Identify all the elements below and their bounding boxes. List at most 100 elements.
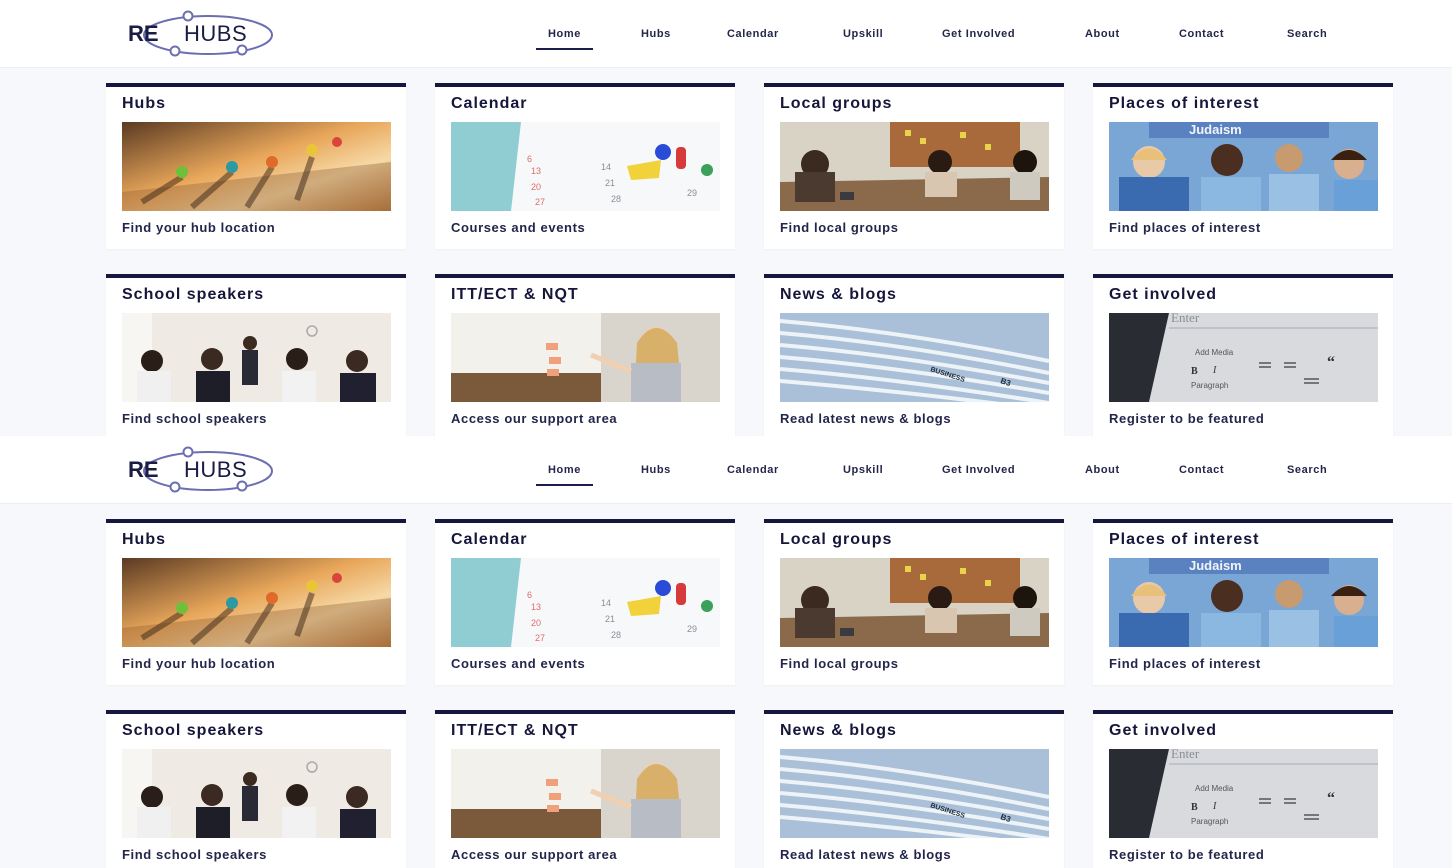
svg-text:Paragraph: Paragraph bbox=[1191, 817, 1228, 826]
card-news-blogs[interactable]: News & blogs BUSINESS B3 Read latest new… bbox=[764, 710, 1064, 868]
map-pins-image bbox=[122, 558, 391, 647]
svg-text:Enter: Enter bbox=[1171, 313, 1200, 325]
page-capture-1: RE HUBS Home Hubs Calendar Upskill Get I… bbox=[0, 0, 1452, 438]
nav-get-involved[interactable]: Get Involved bbox=[942, 454, 1015, 484]
card-link[interactable]: Find local groups bbox=[780, 220, 899, 235]
svg-text:14: 14 bbox=[601, 162, 611, 172]
meeting-table-image bbox=[780, 558, 1049, 647]
nav-about[interactable]: About bbox=[1085, 454, 1120, 484]
card-hubs[interactable]: Hubs Find your hub location bbox=[106, 519, 406, 685]
svg-text:29: 29 bbox=[687, 188, 697, 198]
svg-text:14: 14 bbox=[601, 598, 611, 608]
svg-text:20: 20 bbox=[531, 182, 541, 192]
speaker-audience-image bbox=[122, 749, 391, 838]
card-news-blogs[interactable]: News & blogs BUSINESS B3 Read latest new… bbox=[764, 274, 1064, 438]
main-nav: Home Hubs Calendar Upskill Get Involved … bbox=[0, 18, 1452, 50]
nav-get-involved[interactable]: Get Involved bbox=[942, 18, 1015, 48]
card-link[interactable]: Courses and events bbox=[451, 656, 585, 671]
svg-text:B: B bbox=[1191, 802, 1198, 813]
nav-upskill[interactable]: Upskill bbox=[843, 18, 883, 48]
card-title: Local groups bbox=[780, 95, 893, 112]
card-link[interactable]: Access our support area bbox=[451, 847, 617, 862]
editor-toolbar-image: Enter Add Media B I “ Paragraph bbox=[1109, 749, 1378, 838]
card-title: Get involved bbox=[1109, 286, 1218, 303]
card-title: News & blogs bbox=[780, 722, 897, 739]
card-places-of-interest[interactable]: Places of interest Judaism Find places o… bbox=[1093, 83, 1393, 249]
card-get-involved[interactable]: Get involved Enter Add Media B I “ Parag… bbox=[1093, 274, 1393, 438]
page-capture-2: RE HUBS Home Hubs Calendar Upskill Get I… bbox=[0, 436, 1452, 868]
svg-text:28: 28 bbox=[611, 194, 621, 204]
card-link[interactable]: Find school speakers bbox=[122, 411, 267, 426]
card-calendar[interactable]: Calendar 6 13 20 27 14 21 28 29 Courses … bbox=[435, 519, 735, 685]
children-classroom-image: Judaism bbox=[1109, 558, 1378, 647]
card-link[interactable]: Register to be featured bbox=[1109, 847, 1264, 862]
card-title: Calendar bbox=[451, 95, 528, 112]
svg-text:21: 21 bbox=[605, 614, 615, 624]
card-school-speakers[interactable]: School speakers Find school speakers bbox=[106, 274, 406, 438]
nav-hubs[interactable]: Hubs bbox=[641, 454, 671, 484]
svg-text:I: I bbox=[1212, 365, 1217, 376]
card-link[interactable]: Find places of interest bbox=[1109, 656, 1261, 671]
card-title: Hubs bbox=[122, 95, 166, 112]
children-classroom-image: Judaism bbox=[1109, 122, 1378, 211]
card-school-speakers[interactable]: School speakers Find school speakers bbox=[106, 710, 406, 868]
card-hubs[interactable]: Hubs Find your hub location bbox=[106, 83, 406, 249]
card-link[interactable]: Read latest news & blogs bbox=[780, 847, 951, 862]
nav-contact[interactable]: Contact bbox=[1179, 18, 1224, 48]
nav-search[interactable]: Search bbox=[1287, 454, 1327, 484]
card-link[interactable]: Find your hub location bbox=[122, 656, 275, 671]
teacher-whiteboard-image bbox=[451, 313, 720, 402]
card-link[interactable]: Find school speakers bbox=[122, 847, 267, 862]
svg-text:6: 6 bbox=[527, 590, 532, 600]
card-local-groups[interactable]: Local groups Find local groups bbox=[764, 519, 1064, 685]
svg-text:21: 21 bbox=[605, 178, 615, 188]
nav-contact[interactable]: Contact bbox=[1179, 454, 1224, 484]
calendar-pins-image: 6 13 20 27 14 21 28 29 bbox=[451, 122, 720, 211]
nav-calendar[interactable]: Calendar bbox=[727, 454, 779, 484]
card-link[interactable]: Read latest news & blogs bbox=[780, 411, 951, 426]
nav-home[interactable]: Home bbox=[536, 454, 593, 486]
card-local-groups[interactable]: Local groups Find local groups bbox=[764, 83, 1064, 249]
card-title: News & blogs bbox=[780, 286, 897, 303]
card-link[interactable]: Find places of interest bbox=[1109, 220, 1261, 235]
card-get-involved[interactable]: Get involved Enter Add Media B I “ Parag… bbox=[1093, 710, 1393, 868]
card-title: Hubs bbox=[122, 531, 166, 548]
svg-text:Judaism: Judaism bbox=[1189, 558, 1242, 573]
main-nav: Home Hubs Calendar Upskill Get Involved … bbox=[0, 454, 1452, 486]
svg-text:27: 27 bbox=[535, 197, 545, 207]
svg-text:“: “ bbox=[1327, 354, 1335, 371]
newspapers-image: BUSINESS B3 bbox=[780, 313, 1049, 402]
svg-text:B: B bbox=[1191, 366, 1198, 377]
card-places-of-interest[interactable]: Places of interest Judaism Find places o… bbox=[1093, 519, 1393, 685]
svg-text:28: 28 bbox=[611, 630, 621, 640]
nav-search[interactable]: Search bbox=[1287, 18, 1327, 48]
nav-hubs[interactable]: Hubs bbox=[641, 18, 671, 48]
card-title: Local groups bbox=[780, 531, 893, 548]
card-link[interactable]: Access our support area bbox=[451, 411, 617, 426]
card-link[interactable]: Register to be featured bbox=[1109, 411, 1264, 426]
card-title: Places of interest bbox=[1109, 531, 1260, 548]
svg-text:6: 6 bbox=[527, 154, 532, 164]
newspapers-image: BUSINESS B3 bbox=[780, 749, 1049, 838]
card-itt-ect-nqt[interactable]: ITT/ECT & NQT Access our support area bbox=[435, 710, 735, 868]
nav-calendar[interactable]: Calendar bbox=[727, 18, 779, 48]
svg-text:Judaism: Judaism bbox=[1189, 122, 1242, 137]
card-title: Places of interest bbox=[1109, 95, 1260, 112]
nav-home[interactable]: Home bbox=[536, 18, 593, 50]
card-title: ITT/ECT & NQT bbox=[451, 722, 579, 739]
svg-text:I: I bbox=[1212, 801, 1217, 812]
nav-about[interactable]: About bbox=[1085, 18, 1120, 48]
svg-text:27: 27 bbox=[535, 633, 545, 643]
editor-toolbar-image: Enter Add Media B I “ Paragraph bbox=[1109, 313, 1378, 402]
card-link[interactable]: Find local groups bbox=[780, 656, 899, 671]
svg-text:29: 29 bbox=[687, 624, 697, 634]
card-title: School speakers bbox=[122, 722, 265, 739]
card-link[interactable]: Courses and events bbox=[451, 220, 585, 235]
card-itt-ect-nqt[interactable]: ITT/ECT & NQT Access our support area bbox=[435, 274, 735, 438]
svg-text:20: 20 bbox=[531, 618, 541, 628]
svg-text:Paragraph: Paragraph bbox=[1191, 381, 1228, 390]
svg-text:Enter: Enter bbox=[1171, 749, 1200, 761]
card-link[interactable]: Find your hub location bbox=[122, 220, 275, 235]
nav-upskill[interactable]: Upskill bbox=[843, 454, 883, 484]
card-calendar[interactable]: Calendar 6 13 20 27 14 21 28 29 Courses … bbox=[435, 83, 735, 249]
